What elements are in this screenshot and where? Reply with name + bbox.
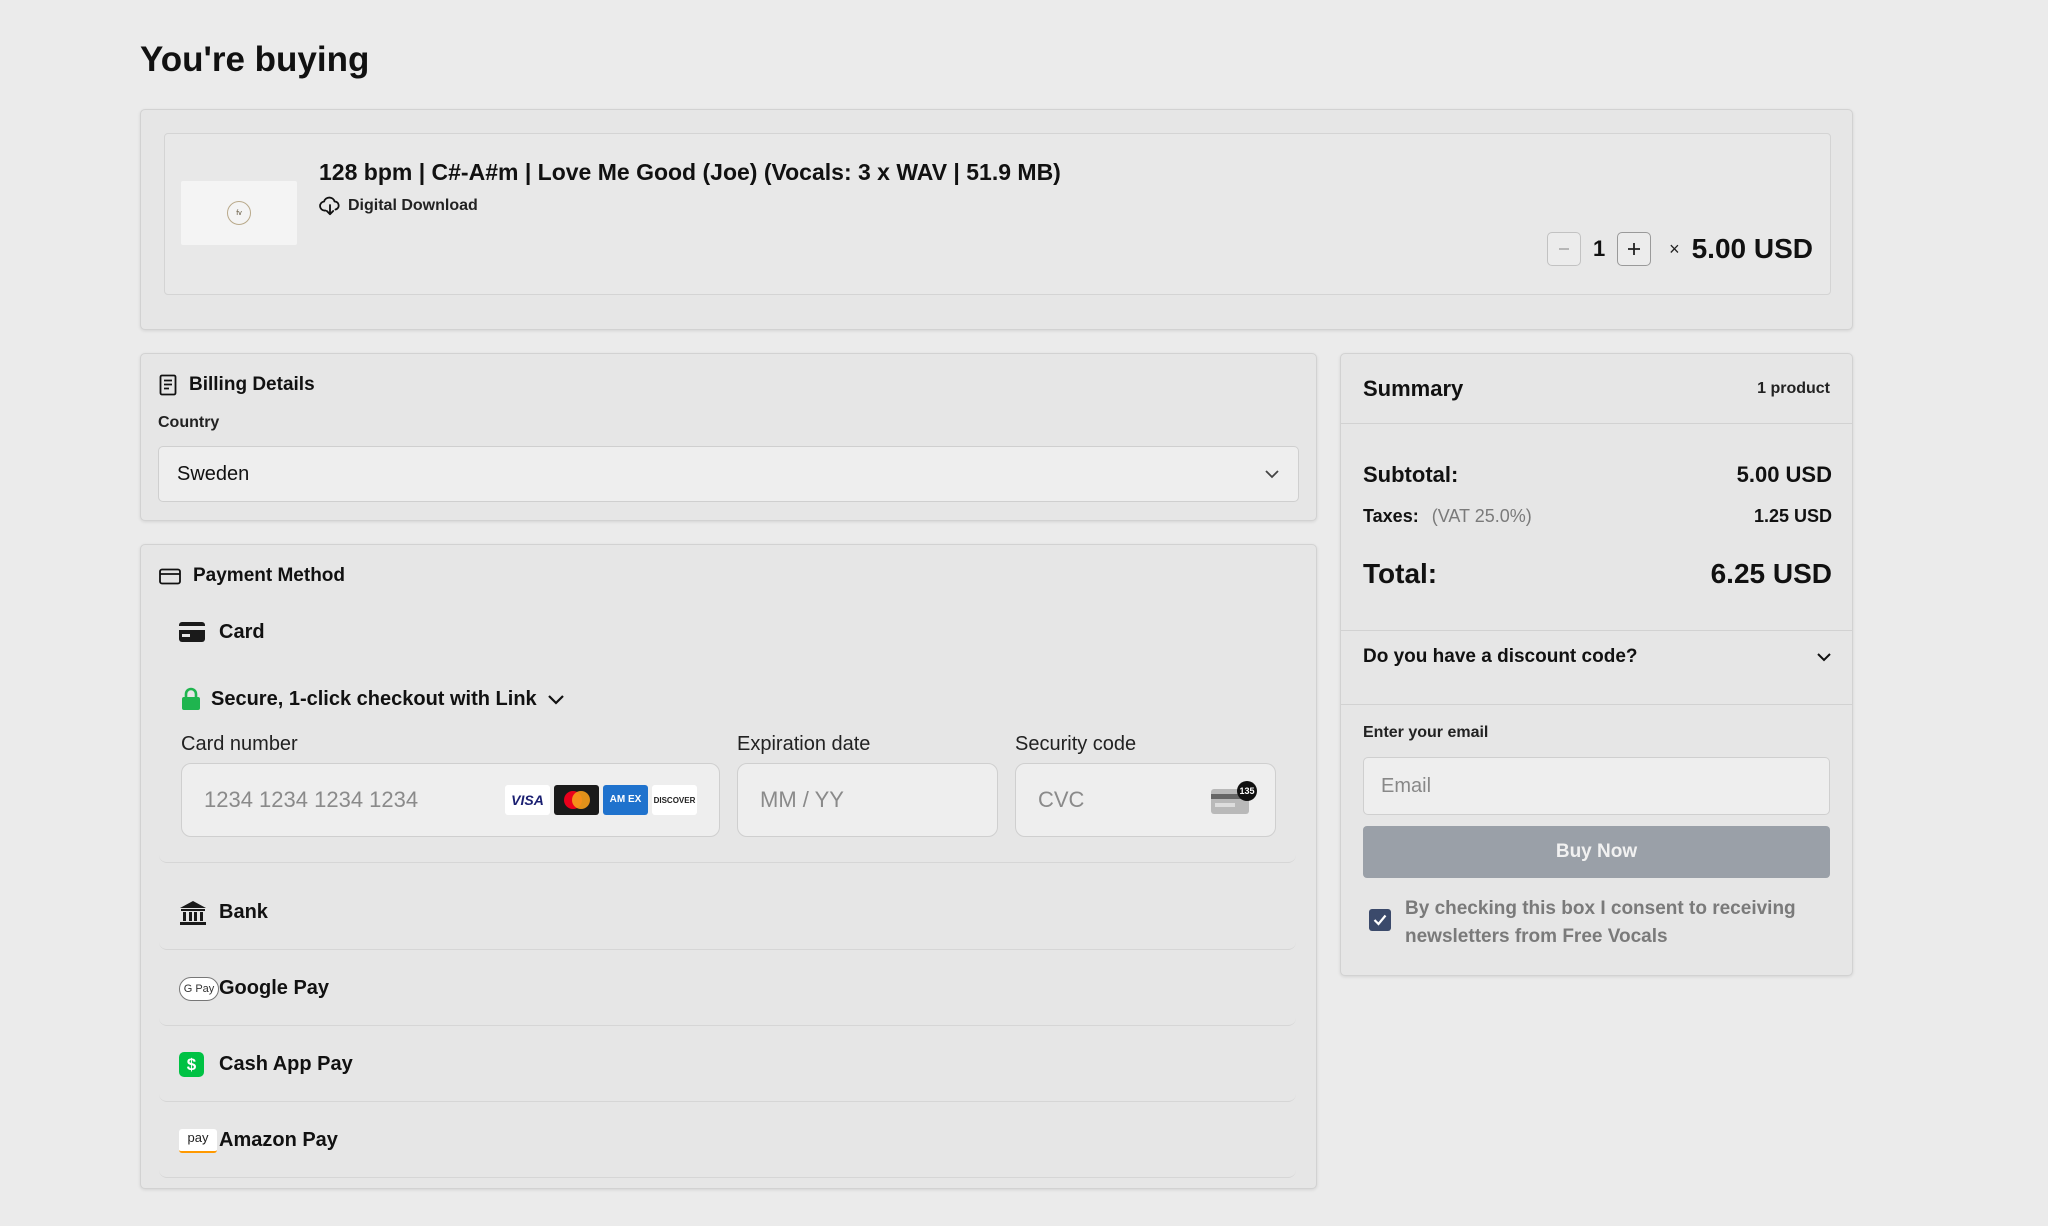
mastercard-icon xyxy=(554,785,599,815)
amazon-pay-icon: pay xyxy=(159,1128,219,1153)
product-delivery: Digital Download xyxy=(319,196,478,216)
discover-icon: DISCOVER xyxy=(652,785,697,815)
quantity-stepper: 1 × 5.00 USD xyxy=(1547,232,1813,266)
card-number-label: Card number xyxy=(181,733,298,755)
billing-heading-label: Billing Details xyxy=(189,374,315,395)
card-number-placeholder: 1234 1234 1234 1234 xyxy=(204,787,419,812)
times-symbol: × xyxy=(1669,238,1680,259)
credit-card-outline-icon xyxy=(159,568,181,584)
taxes-note: (VAT 25.0%) xyxy=(1431,506,1532,526)
expiry-placeholder: MM / YY xyxy=(760,787,844,812)
taxes-label-group: Taxes: (VAT 25.0%) xyxy=(1363,506,1532,527)
card-form: Secure, 1-click checkout with Link Card … xyxy=(159,673,1296,863)
chevron-down-icon xyxy=(547,694,564,705)
minus-icon xyxy=(1559,248,1570,250)
product-title: 128 bpm | C#-A#m | Love Me Good (Joe) (V… xyxy=(319,159,1061,185)
expiry-input[interactable]: MM / YY xyxy=(737,763,998,837)
link-checkout-label: Secure, 1-click checkout with Link xyxy=(211,687,537,710)
divider xyxy=(1341,630,1852,631)
country-value: Sweden xyxy=(177,462,250,485)
discount-toggle[interactable]: Do you have a discount code? xyxy=(1363,646,1832,668)
decrease-quantity-button[interactable] xyxy=(1547,232,1582,266)
billing-heading: Billing Details xyxy=(159,374,315,396)
email-placeholder: Email xyxy=(1381,774,1432,797)
bank-icon xyxy=(159,900,219,926)
divider xyxy=(1341,704,1852,705)
amex-icon: AM EX xyxy=(603,785,648,815)
amazon-pay-label: Amazon Pay xyxy=(219,1129,338,1151)
total-row: Total: 6.25 USD xyxy=(1363,558,1832,590)
unit-price: 5.00 USD xyxy=(1691,233,1813,264)
receipt-icon xyxy=(159,374,177,396)
plus-icon xyxy=(1628,243,1641,255)
card-label: Card xyxy=(219,620,265,643)
cloud-download-icon xyxy=(319,196,340,216)
subtotal-value: 5.00 USD xyxy=(1736,462,1832,487)
payment-option-amazon-pay[interactable]: pay Amazon Pay xyxy=(159,1104,1296,1178)
buy-now-button[interactable]: Buy Now xyxy=(1363,826,1830,878)
chevron-down-icon xyxy=(1817,653,1831,662)
discount-label: Do you have a discount code? xyxy=(1363,646,1638,667)
cash-app-label: Cash App Pay xyxy=(219,1053,353,1075)
payment-option-bank[interactable]: Bank xyxy=(159,876,1296,950)
subtotal-label: Subtotal: xyxy=(1363,462,1459,487)
cvc-input[interactable]: CVC 135 xyxy=(1015,763,1276,837)
card-icon xyxy=(159,622,219,642)
payment-panel: Payment Method Card Secure, 1-click chec… xyxy=(140,544,1317,1189)
link-checkout-toggle[interactable]: Secure, 1-click checkout with Link xyxy=(181,687,565,711)
email-label: Enter your email xyxy=(1363,724,1489,741)
card-brands: VISA AM EX DISCOVER xyxy=(505,785,697,815)
cvc-placeholder: CVC xyxy=(1038,787,1085,812)
email-input[interactable]: Email xyxy=(1363,757,1830,815)
cvc-card-icon: 135 xyxy=(1211,781,1257,815)
payment-option-google-pay[interactable]: G Pay Google Pay xyxy=(159,952,1296,1026)
cvc-label: Security code xyxy=(1015,733,1137,755)
card-number-input[interactable]: 1234 1234 1234 1234 VISA AM EX DISCOVER xyxy=(181,763,720,837)
google-pay-label: Google Pay xyxy=(219,977,330,999)
summary-panel: Summary 1 product Subtotal: 5.00 USD Tax… xyxy=(1340,353,1853,976)
taxes-value: 1.25 USD xyxy=(1753,506,1832,526)
summary-product-count: 1 product xyxy=(1757,379,1830,397)
country-label: Country xyxy=(158,414,220,431)
payment-heading-label: Payment Method xyxy=(193,565,346,586)
lock-icon xyxy=(182,687,200,710)
google-pay-badge: G Pay xyxy=(179,976,219,1001)
newsletter-checkbox[interactable] xyxy=(1369,909,1391,931)
summary-title: Summary xyxy=(1363,375,1464,401)
newsletter-consent-text: By checking this box I consent to receiv… xyxy=(1405,898,1796,947)
expiry-label: Expiration date xyxy=(737,733,871,755)
visa-icon: VISA xyxy=(505,785,550,815)
product-thumbnail: fv xyxy=(181,181,297,245)
total-value: 6.25 USD xyxy=(1710,558,1832,589)
payment-option-card[interactable]: Card xyxy=(159,595,1296,669)
amazon-pay-badge: pay xyxy=(179,1128,217,1153)
product-card: fv 128 bpm | C#-A#m | Love Me Good (Joe)… xyxy=(164,133,1831,295)
payment-option-cash-app[interactable]: $ Cash App Pay xyxy=(159,1028,1296,1102)
page-title: You're buying xyxy=(140,40,370,79)
cash-app-badge: $ xyxy=(179,1052,204,1077)
country-select[interactable]: Sweden xyxy=(158,446,1299,502)
subtotal-row: Subtotal: 5.00 USD xyxy=(1363,462,1832,488)
newsletter-consent: By checking this box I consent to receiv… xyxy=(1369,895,1829,951)
increase-quantity-button[interactable] xyxy=(1617,232,1652,266)
taxes-label: Taxes: xyxy=(1363,506,1419,526)
product-panel: fv 128 bpm | C#-A#m | Love Me Good (Joe)… xyxy=(140,109,1853,330)
chevron-down-icon xyxy=(1265,470,1279,479)
cvc-badge: 135 xyxy=(1237,781,1257,801)
delivery-label: Digital Download xyxy=(348,197,478,214)
quantity-value: 1 xyxy=(1592,236,1606,261)
summary-header: Summary 1 product xyxy=(1341,354,1852,424)
taxes-row: Taxes: (VAT 25.0%) 1.25 USD xyxy=(1363,506,1832,527)
payment-heading: Payment Method xyxy=(159,565,345,587)
free-vocals-logo-icon: fv xyxy=(227,201,251,225)
bank-label: Bank xyxy=(219,901,268,923)
google-pay-icon: G Pay xyxy=(159,976,219,1001)
cash-app-icon: $ xyxy=(159,1052,219,1077)
total-label: Total: xyxy=(1363,558,1438,589)
billing-panel: Billing Details Country Sweden xyxy=(140,353,1317,521)
checkmark-icon xyxy=(1373,914,1387,926)
